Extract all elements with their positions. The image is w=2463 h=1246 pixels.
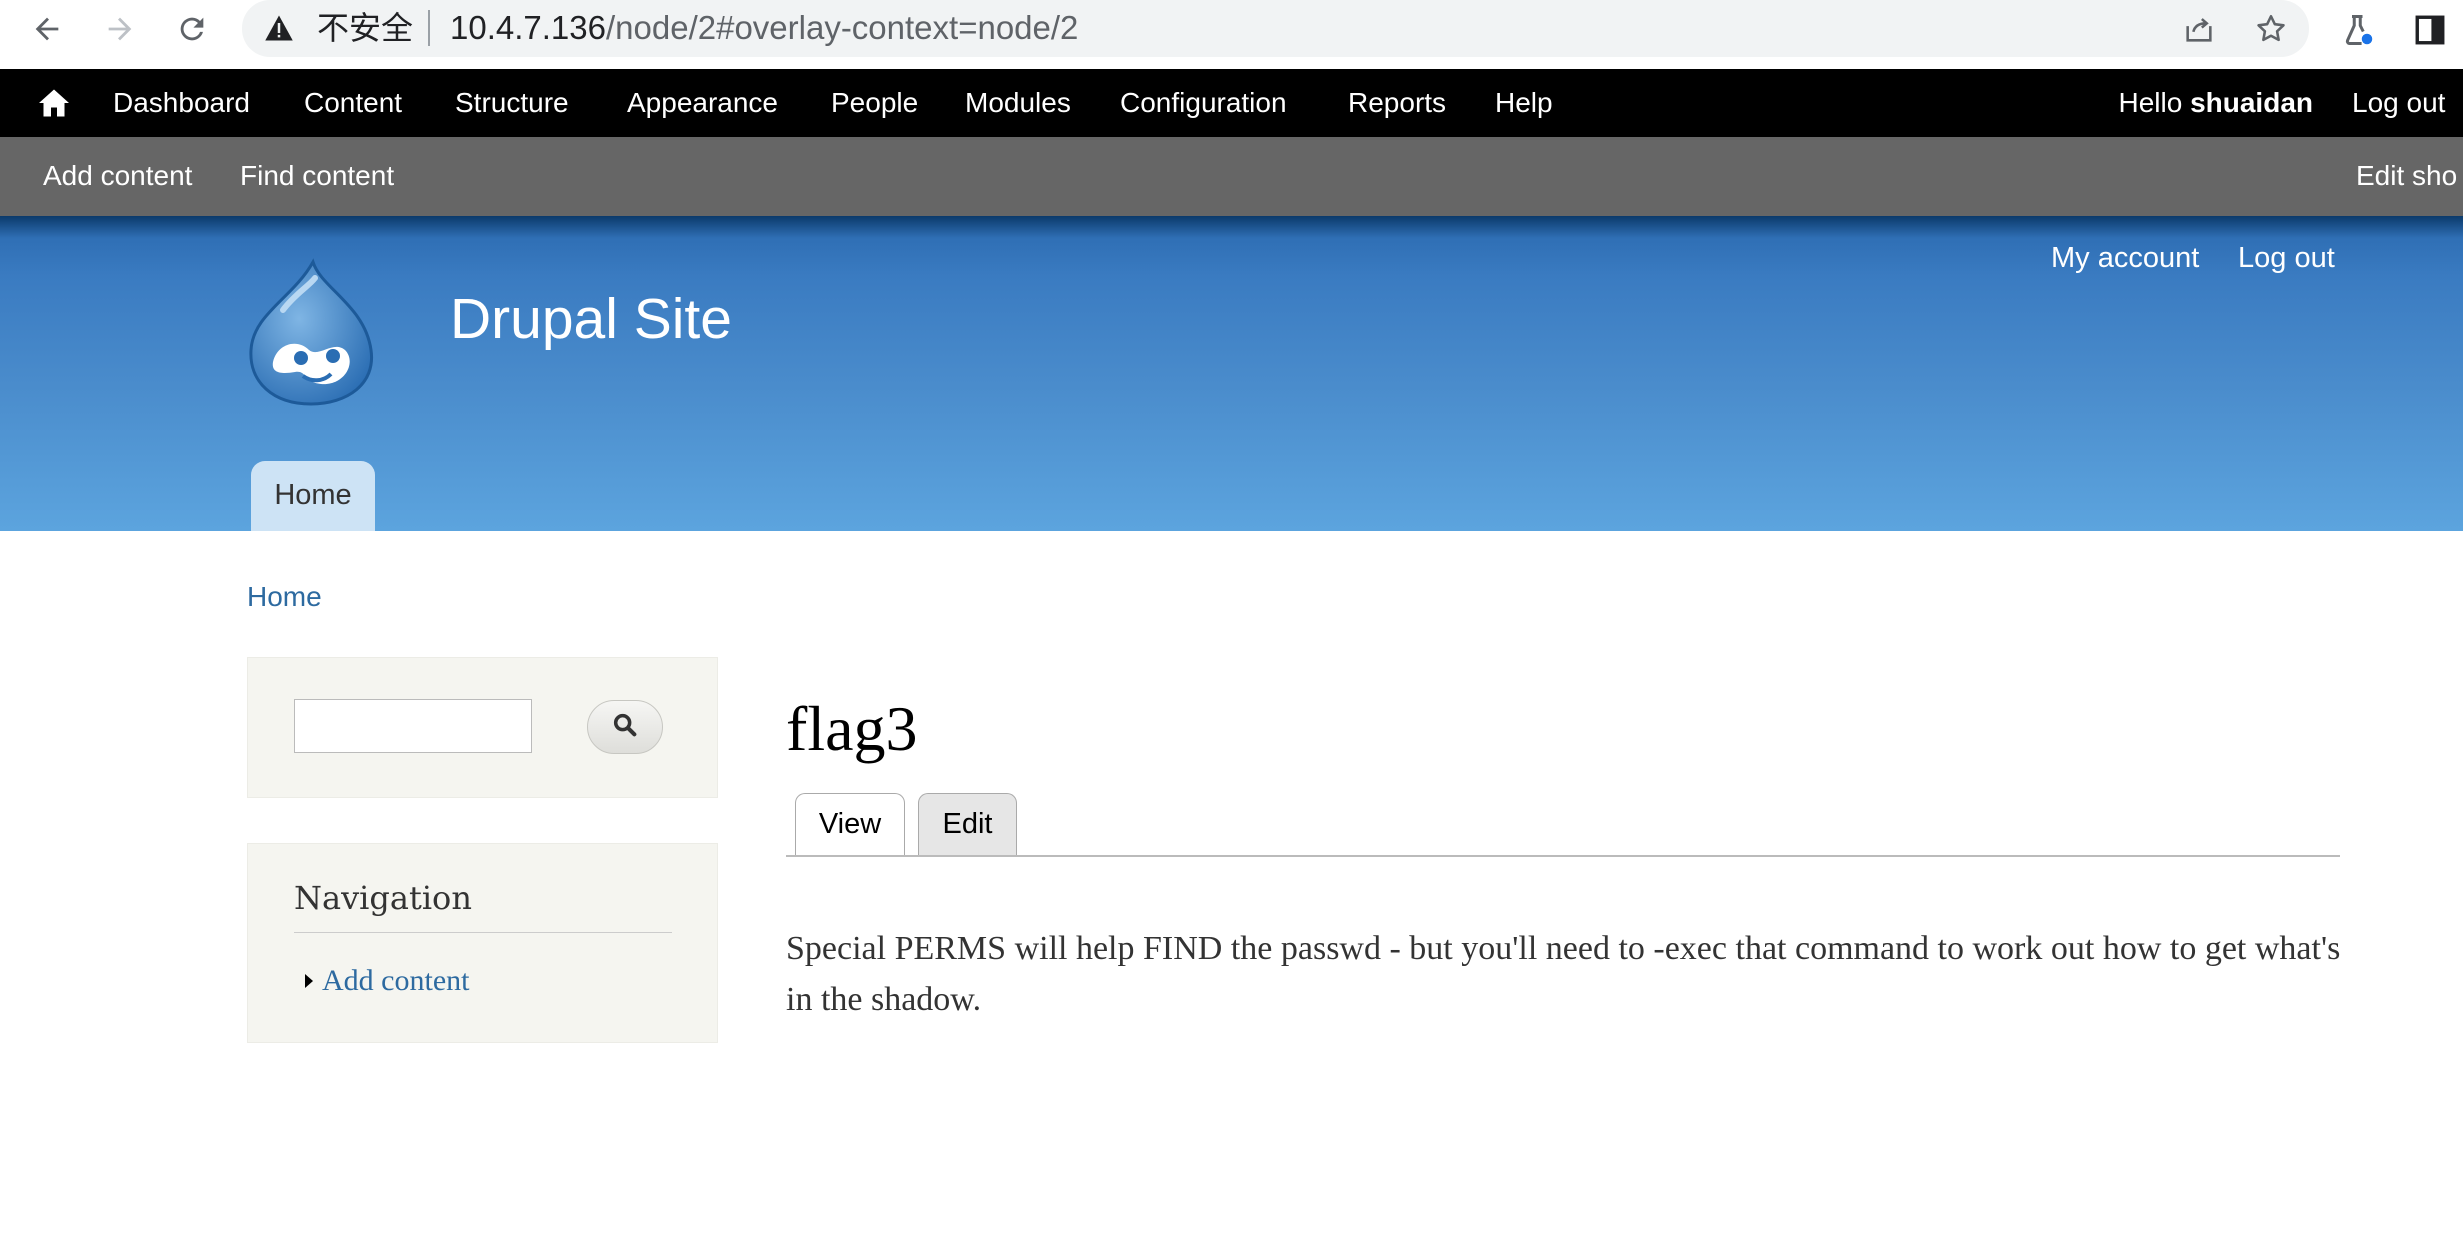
node-body: Special PERMS will help FIND the passwd …: [786, 930, 2341, 1018]
warning-icon[interactable]: [264, 14, 294, 47]
divider: [294, 932, 672, 933]
star-icon[interactable]: [2250, 8, 2292, 50]
greeting-prefix: Hello: [2118, 87, 2191, 118]
url-text[interactable]: 10.4.7.136/node/2#overlay-context=node/2: [450, 6, 1078, 50]
shortcuts-bar: Add content Find content Edit sho: [0, 137, 2463, 216]
search-icon: [611, 711, 639, 744]
labs-flask-icon[interactable]: [2336, 8, 2380, 52]
back-arrow-icon[interactable]: [24, 6, 70, 52]
collapsed-arrow-icon: [305, 974, 313, 988]
toolbar-reports[interactable]: Reports: [1348, 69, 1446, 137]
security-label[interactable]: 不安全: [317, 6, 413, 50]
search-input[interactable]: [294, 699, 532, 753]
search-block: [247, 657, 718, 798]
page-title: flag3: [786, 693, 918, 764]
shortcut-find-content[interactable]: Find content: [240, 137, 394, 216]
reload-icon[interactable]: [169, 6, 215, 52]
forward-arrow-icon[interactable]: [97, 6, 143, 52]
main-menu-home-tab[interactable]: Home: [251, 461, 375, 531]
breadcrumb-home[interactable]: Home: [247, 580, 322, 614]
site-header: Drupal Site My account Log out Home: [0, 216, 2463, 531]
toolbar-configuration[interactable]: Configuration: [1120, 69, 1287, 137]
toolbar-appearance[interactable]: Appearance: [627, 69, 778, 137]
toolbar-people[interactable]: People: [831, 69, 918, 137]
tab-view[interactable]: View: [795, 793, 905, 857]
my-account-link[interactable]: My account: [2051, 238, 2199, 278]
url-path: /node/2#overlay-context=node/2: [605, 9, 1079, 46]
toolbar-help[interactable]: Help: [1495, 69, 1553, 137]
admin-toolbar: Dashboard Content Structure Appearance P…: [0, 69, 2463, 137]
header-logout-link[interactable]: Log out: [2238, 238, 2335, 278]
user-greeting[interactable]: Hello shuaidan: [2118, 69, 2313, 137]
nav-add-content-link[interactable]: Add content: [322, 962, 469, 1000]
toolbar-dashboard[interactable]: Dashboard: [113, 69, 250, 137]
address-bar[interactable]: 不安全 10.4.7.136/node/2#overlay-context=no…: [242, 0, 2309, 57]
toolbar-content[interactable]: Content: [304, 69, 402, 137]
browser-chrome: 不安全 10.4.7.136/node/2#overlay-context=no…: [0, 0, 2463, 69]
tabs-divider: [786, 855, 2340, 857]
drupal-logo[interactable]: [243, 258, 379, 408]
navigation-block: Navigation Add content: [247, 843, 718, 1043]
edit-shortcuts-link[interactable]: Edit sho: [2356, 137, 2457, 216]
divider: [428, 10, 430, 46]
shortcut-add-content[interactable]: Add content: [43, 137, 192, 216]
url-host: 10.4.7.136: [450, 9, 606, 46]
navigation-title: Navigation: [294, 879, 472, 917]
username: shuaidan: [2190, 87, 2313, 118]
home-icon[interactable]: [36, 86, 72, 120]
toolbar-logout[interactable]: Log out: [2352, 69, 2445, 137]
tab-edit[interactable]: Edit: [918, 793, 1017, 855]
share-icon[interactable]: [2178, 8, 2220, 50]
search-button[interactable]: [587, 700, 663, 754]
toolbar-structure[interactable]: Structure: [455, 69, 569, 137]
side-panel-icon[interactable]: [2408, 8, 2452, 52]
toolbar-modules[interactable]: Modules: [965, 69, 1071, 137]
site-name[interactable]: Drupal Site: [450, 284, 732, 354]
